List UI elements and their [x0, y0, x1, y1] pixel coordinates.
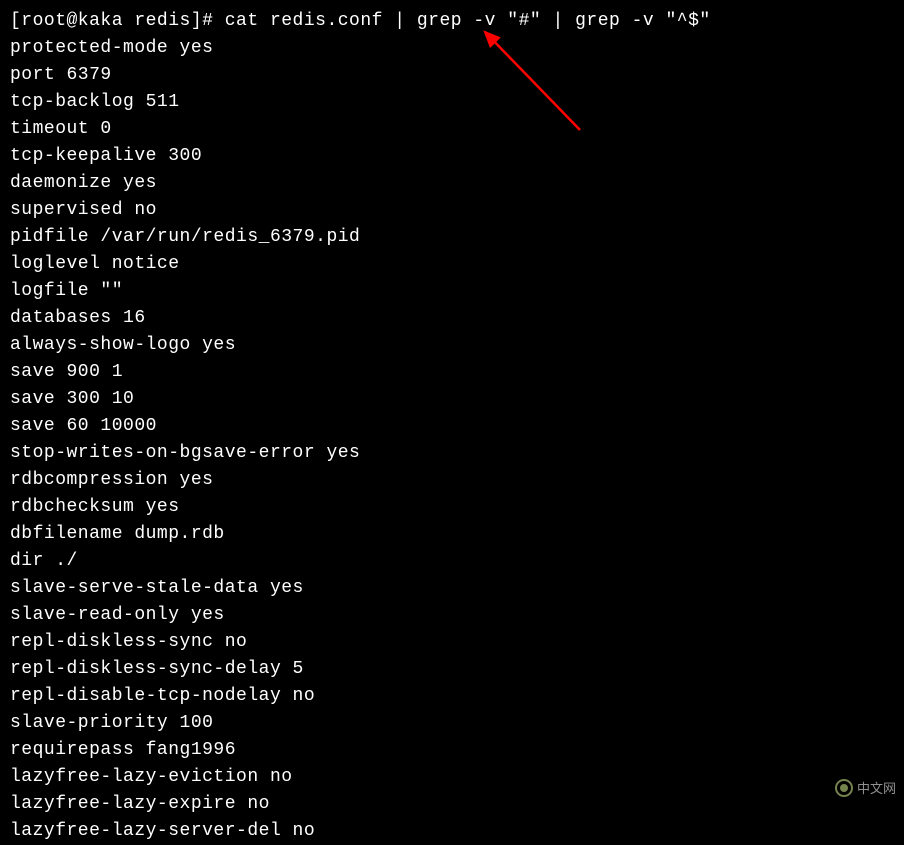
terminal-output-line: tcp-backlog 511 — [10, 89, 894, 116]
php-logo-icon — [835, 779, 853, 797]
terminal-output-line: repl-disable-tcp-nodelay no — [10, 683, 894, 710]
command-prompt-line[interactable]: [root@kaka redis]# cat redis.conf | grep… — [10, 8, 894, 35]
terminal-output: protected-mode yesport 6379tcp-backlog 5… — [10, 35, 894, 845]
terminal-output-line: logfile "" — [10, 278, 894, 305]
terminal-output-line: lazyfree-lazy-server-del no — [10, 818, 894, 845]
terminal-output-line: timeout 0 — [10, 116, 894, 143]
terminal-output-line: repl-diskless-sync-delay 5 — [10, 656, 894, 683]
terminal-output-line: slave-priority 100 — [10, 710, 894, 737]
terminal-output-line: lazyfree-lazy-expire no — [10, 791, 894, 818]
terminal-output-line: port 6379 — [10, 62, 894, 89]
terminal-output-line: databases 16 — [10, 305, 894, 332]
terminal-output-line: pidfile /var/run/redis_6379.pid — [10, 224, 894, 251]
terminal-output-line: stop-writes-on-bgsave-error yes — [10, 440, 894, 467]
terminal-output-line: supervised no — [10, 197, 894, 224]
watermark: 中文网 — [835, 779, 896, 799]
terminal-output-line: save 60 10000 — [10, 413, 894, 440]
terminal-output-line: save 900 1 — [10, 359, 894, 386]
terminal-output-line: save 300 10 — [10, 386, 894, 413]
terminal-output-line: repl-diskless-sync no — [10, 629, 894, 656]
watermark-text: 中文网 — [857, 779, 896, 799]
terminal-output-line: tcp-keepalive 300 — [10, 143, 894, 170]
terminal-output-line: slave-read-only yes — [10, 602, 894, 629]
terminal-output-line: slave-serve-stale-data yes — [10, 575, 894, 602]
terminal-output-line: daemonize yes — [10, 170, 894, 197]
terminal-output-line: protected-mode yes — [10, 35, 894, 62]
terminal-output-line: dbfilename dump.rdb — [10, 521, 894, 548]
terminal-output-line: rdbcompression yes — [10, 467, 894, 494]
terminal-output-line: rdbchecksum yes — [10, 494, 894, 521]
terminal-output-line: requirepass fang1996 — [10, 737, 894, 764]
terminal-output-line: loglevel notice — [10, 251, 894, 278]
terminal-output-line: dir ./ — [10, 548, 894, 575]
terminal-output-line: always-show-logo yes — [10, 332, 894, 359]
terminal-output-line: lazyfree-lazy-eviction no — [10, 764, 894, 791]
